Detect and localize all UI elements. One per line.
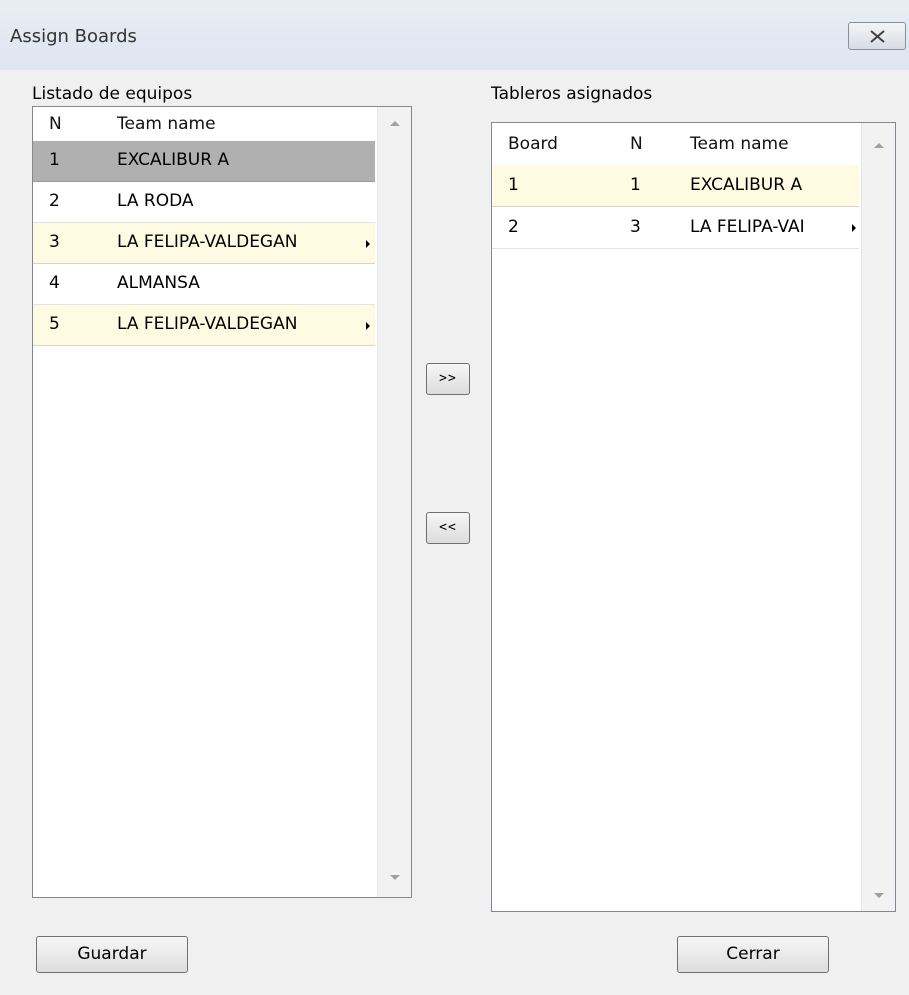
list-item[interactable]: 1 1 EXCALIBUR A bbox=[492, 165, 859, 207]
save-button[interactable]: Guardar bbox=[36, 936, 188, 973]
column-header-team-name[interactable]: Team name bbox=[117, 114, 216, 134]
truncate-arrow-icon bbox=[852, 224, 856, 232]
team-name: ALMANSA bbox=[117, 273, 200, 293]
close-button[interactable]: Cerrar bbox=[677, 936, 829, 973]
teams-listbox[interactable]: N Team name 1 EXCALIBUR A 2 LA RODA 3 LA FELI… bbox=[32, 106, 412, 898]
team-name: EXCALIBUR A bbox=[117, 150, 230, 170]
assign-boards-dialog: Assign Boards Listado de equipos N Team … bbox=[0, 0, 909, 995]
team-name: LA RODA bbox=[117, 191, 194, 211]
team-number: 3 bbox=[49, 232, 60, 252]
board-number: 1 bbox=[508, 175, 519, 195]
title-bar: Assign Boards bbox=[0, 0, 909, 70]
list-item[interactable]: 3 LA FELIPA-VALDEGAN bbox=[33, 223, 375, 264]
assigned-boards-label: Tableros asignados bbox=[491, 84, 653, 104]
assign-right-button[interactable]: >> bbox=[426, 363, 470, 395]
team-number: 5 bbox=[49, 314, 60, 334]
team-name: LA FELIPA-VALDEGAN bbox=[117, 314, 298, 334]
unassign-left-button[interactable]: << bbox=[426, 512, 470, 544]
team-number: 1 bbox=[49, 150, 60, 170]
assigned-boards-listbox[interactable]: Board N Team name 1 1 EXCALIBUR A 2 3 LA FELI… bbox=[491, 122, 896, 912]
column-header-n[interactable]: N bbox=[630, 134, 643, 154]
column-header-board[interactable]: Board bbox=[508, 134, 558, 154]
teams-list-header: N Team name bbox=[33, 107, 375, 141]
teams-list-label: Listado de equipos bbox=[32, 84, 193, 104]
list-item[interactable]: 2 LA RODA bbox=[33, 182, 375, 223]
team-number: 4 bbox=[49, 273, 60, 293]
list-item[interactable]: 1 EXCALIBUR A bbox=[33, 141, 375, 182]
scroll-up-arrow-icon[interactable] bbox=[390, 121, 400, 126]
list-item[interactable]: 4 ALMANSA bbox=[33, 264, 375, 305]
team-name: LA FELIPA-VALDEGAN bbox=[117, 232, 298, 252]
team-number: 2 bbox=[49, 191, 60, 211]
teams-list-scrollbar[interactable] bbox=[377, 107, 411, 897]
board-number: 2 bbox=[508, 217, 519, 237]
truncate-arrow-icon bbox=[366, 322, 370, 330]
team-name: LA FELIPA-VAI bbox=[690, 217, 805, 237]
column-header-n[interactable]: N bbox=[49, 114, 62, 134]
close-x-icon bbox=[870, 30, 885, 43]
truncate-arrow-icon bbox=[366, 240, 370, 248]
team-name: EXCALIBUR A bbox=[690, 175, 803, 195]
list-item[interactable]: 5 LA FELIPA-VALDEGAN bbox=[33, 305, 375, 346]
team-number: 3 bbox=[630, 217, 641, 237]
column-header-team-name[interactable]: Team name bbox=[690, 134, 789, 154]
scroll-down-arrow-icon[interactable] bbox=[874, 893, 884, 898]
window-title: Assign Boards bbox=[10, 26, 137, 47]
close-window-button[interactable] bbox=[848, 22, 906, 50]
team-number: 1 bbox=[630, 175, 641, 195]
assigned-list-scrollbar[interactable] bbox=[861, 123, 895, 911]
scroll-down-arrow-icon[interactable] bbox=[390, 875, 400, 880]
assigned-list-header: Board N Team name bbox=[492, 123, 859, 157]
scroll-up-arrow-icon[interactable] bbox=[874, 143, 884, 148]
list-item[interactable]: 2 3 LA FELIPA-VAI bbox=[492, 207, 859, 249]
